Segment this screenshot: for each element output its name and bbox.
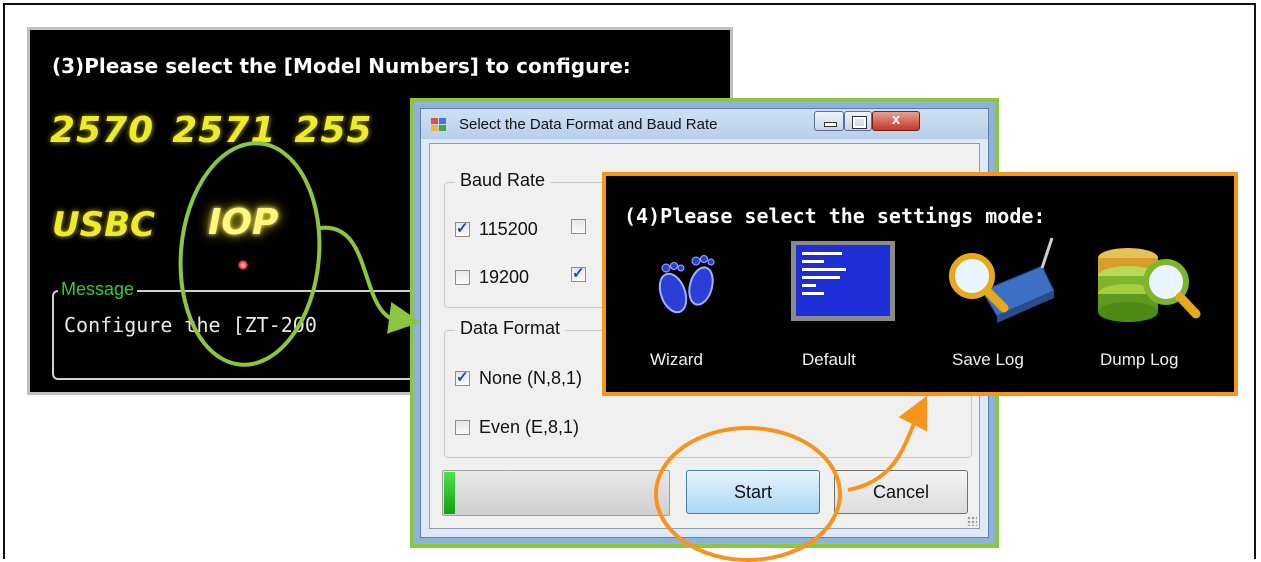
settings-mode-title: (4)Please select the settings mode: [624, 204, 1046, 228]
mode-default-label[interactable]: Default [802, 350, 856, 370]
start-button[interactable]: Start [686, 470, 820, 514]
minimize-button[interactable] [814, 111, 844, 131]
mode-save-log-label[interactable]: Save Log [952, 350, 1024, 370]
message-label: Message [58, 279, 138, 300]
cancel-button[interactable]: Cancel [834, 470, 968, 514]
baud-19200-checkbox[interactable]: 19200 [455, 267, 529, 288]
model-2570[interactable]: 2570 [50, 110, 154, 151]
magnifier-device-icon[interactable] [942, 236, 1060, 326]
checkbox-checked-icon [571, 264, 586, 282]
baud-option-4-checkbox[interactable] [571, 264, 595, 282]
maximize-button[interactable] [844, 111, 872, 131]
format-none-label: None (N,8,1) [479, 368, 583, 388]
baud-option-2-checkbox[interactable] [571, 219, 595, 234]
checkbox-unchecked-icon [571, 219, 586, 234]
format-none-checkbox[interactable]: None (N,8,1) [455, 368, 582, 389]
baud-19200-label: 19200 [479, 267, 530, 287]
format-even-label: Even (E,8,1) [479, 417, 580, 437]
resize-grip[interactable] [967, 516, 977, 526]
app-icon [431, 118, 447, 132]
message-text: Configure the [ZT-200 [64, 313, 317, 337]
progress-bar [442, 470, 670, 516]
baud-115200-label: 115200 [479, 219, 538, 239]
progress-fill [444, 472, 456, 514]
checkbox-unchecked-icon [455, 420, 470, 435]
dialog-title: Select the Data Format and Baud Rate [459, 116, 718, 133]
selection-glow [238, 260, 248, 270]
checkbox-unchecked-icon [455, 270, 470, 285]
close-button[interactable]: x [872, 111, 920, 131]
model-2571[interactable]: 2571 [172, 110, 276, 151]
data-format-label: Data Format [455, 318, 566, 339]
model-usbc[interactable]: USBC [52, 205, 155, 245]
footprints-icon[interactable] [646, 246, 726, 326]
model-255[interactable]: 255 [294, 110, 372, 151]
close-icon: x [891, 111, 901, 128]
mode-dump-log-label[interactable]: Dump Log [1100, 350, 1178, 370]
mode-wizard-label[interactable]: Wizard [650, 350, 703, 370]
format-even-checkbox[interactable]: Even (E,8,1) [455, 417, 579, 438]
baud-rate-label: Baud Rate [455, 170, 551, 191]
database-magnifier-icon[interactable] [1096, 242, 1206, 328]
model-iop[interactable]: IOP [208, 202, 278, 243]
checkbox-checked-icon [455, 219, 470, 237]
dialog-titlebar[interactable]: Select the Data Format and Baud Rate x [421, 109, 988, 139]
blue-screen-icon[interactable] [790, 240, 896, 322]
model-select-title: (3)Please select the [Model Numbers] to … [52, 54, 631, 78]
settings-mode-panel: (4)Please select the settings mode: Wiza… [602, 172, 1238, 396]
model-numbers-row: 2570 2571 255 [50, 110, 391, 151]
baud-115200-checkbox[interactable]: 115200 [455, 219, 538, 240]
checkbox-checked-icon [455, 368, 470, 386]
